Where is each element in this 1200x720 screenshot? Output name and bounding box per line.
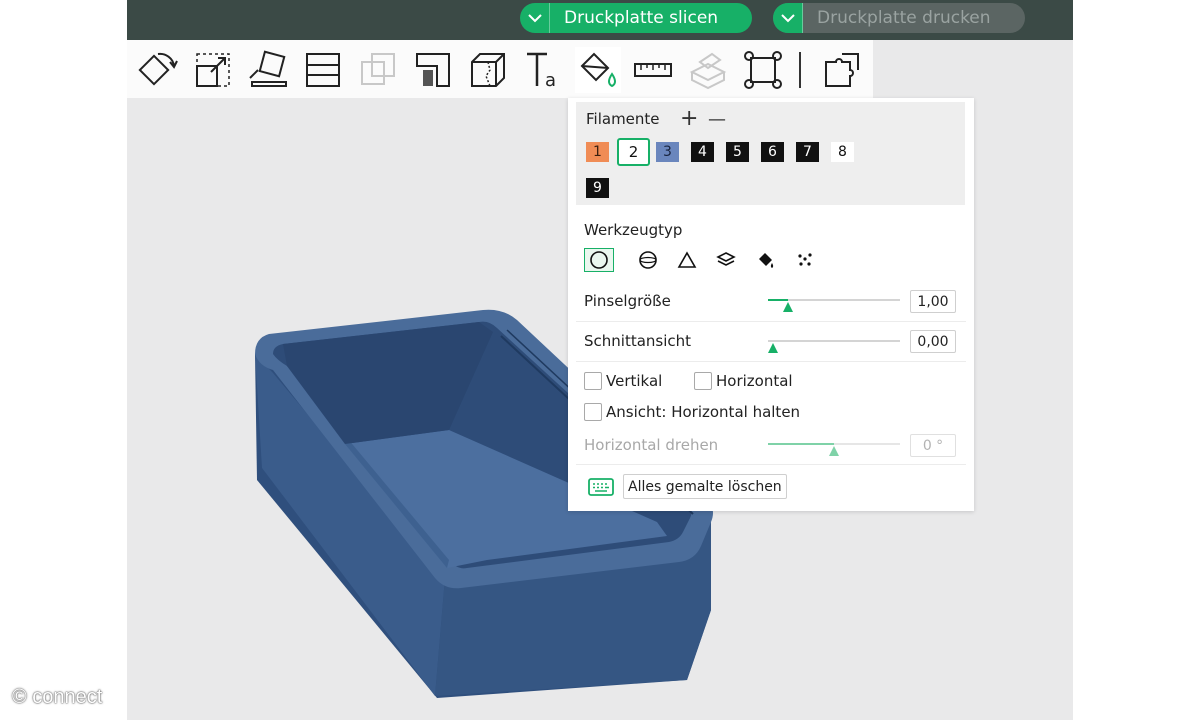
separator [576,464,966,465]
brush-size-slider-thumb[interactable] [783,302,793,312]
section-view-label: Schnittansicht [584,332,692,350]
gap-fill-tool-icon[interactable] [790,248,820,272]
filament-chip-8[interactable]: 8 [831,142,854,162]
keyboard-shortcuts-icon[interactable] [588,478,614,500]
scale-tool-icon[interactable] [190,47,236,93]
watermark-text: © connect [12,686,103,708]
separator [576,361,966,362]
horizontal-label: Horizontal [716,372,793,390]
filament-chip-7[interactable]: 7 [796,142,819,162]
auto-orient-tool-icon[interactable] [740,47,786,93]
split-parts-tool-icon[interactable] [819,47,865,93]
filaments-title: Filamente [586,110,660,128]
filament-chip-4[interactable]: 4 [691,142,714,162]
color-painting-panel: Filamente + — 1 2 3 4 5 6 7 8 9 Werkzeug… [568,98,974,511]
triangle-tool-icon[interactable] [672,248,702,272]
assembly-tool-icon[interactable] [685,47,731,93]
seam-paint-tool-icon[interactable] [465,47,511,93]
filament-chip-3[interactable]: 3 [656,142,679,162]
filament-chip-2[interactable]: 2 [617,138,650,166]
horizontal-checkbox[interactable] [694,372,712,390]
toolbar-divider [799,52,801,88]
keep-horizontal-checkbox[interactable] [584,403,602,421]
brush-size-label: Pinselgröße [584,292,671,310]
rotate-horizontal-slider-thumb[interactable] [829,446,839,456]
text-tool-icon[interactable]: a [520,47,566,93]
clear-all-painted-button[interactable]: Alles gemalte löschen [623,474,787,499]
top-bar: Druckplatte slicen Druckplatte drucken [127,0,1073,40]
print-plate-label: Druckplatte drucken [817,8,991,28]
fill-bucket-tool-icon[interactable] [751,248,781,272]
measure-tool-icon[interactable] [630,47,676,93]
lay-on-face-tool-icon[interactable] [245,47,291,93]
filaments-section: Filamente + — 1 2 3 4 5 6 7 8 9 [576,102,965,205]
boolean-tool-icon[interactable] [355,47,401,93]
separator [576,321,966,322]
add-filament-button[interactable]: + [680,108,698,130]
rotate-horizontal-input[interactable]: 0 ° [910,434,956,457]
print-plate-button[interactable]: Druckplatte drucken [773,3,1025,33]
remove-filament-button[interactable]: — [708,109,726,131]
keep-horizontal-label: Ansicht: Horizontal halten [606,403,801,421]
section-view-slider[interactable] [768,340,900,342]
filament-chip-9[interactable]: 9 [586,178,609,198]
section-view-input[interactable]: 0,00 [910,330,956,353]
toolbar: a [127,40,873,98]
section-view-slider-thumb[interactable] [768,343,778,353]
cut-tool-icon[interactable] [300,47,346,93]
print-dropdown-chevron-icon[interactable] [773,3,803,33]
brush-size-slider-fill [768,299,788,301]
height-range-tool-icon[interactable] [711,248,741,272]
circle-tool-icon[interactable] [584,248,614,272]
svg-text:a: a [545,70,556,91]
rotate-horizontal-label: Horizontal drehen [584,436,719,454]
app-window: Druckplatte slicen Druckplatte drucken a… [127,0,1073,720]
color-paint-tool-icon[interactable] [575,47,621,93]
sphere-tool-icon[interactable] [633,248,663,272]
filament-chip-6[interactable]: 6 [761,142,784,162]
slice-plate-label: Druckplatte slicen [564,8,719,28]
rotate-horizontal-slider-fill [768,443,834,445]
brush-size-input[interactable]: 1,00 [910,290,956,313]
vertical-label: Vertikal [606,372,663,390]
support-paint-tool-icon[interactable] [410,47,456,93]
rotate-tool-icon[interactable] [135,47,181,93]
slice-plate-button[interactable]: Druckplatte slicen [520,3,752,33]
tooltype-title: Werkzeugtyp [584,221,683,239]
slice-dropdown-chevron-icon[interactable] [520,3,550,33]
filament-chip-1[interactable]: 1 [586,142,609,162]
vertical-checkbox[interactable] [584,372,602,390]
filament-chip-5[interactable]: 5 [726,142,749,162]
